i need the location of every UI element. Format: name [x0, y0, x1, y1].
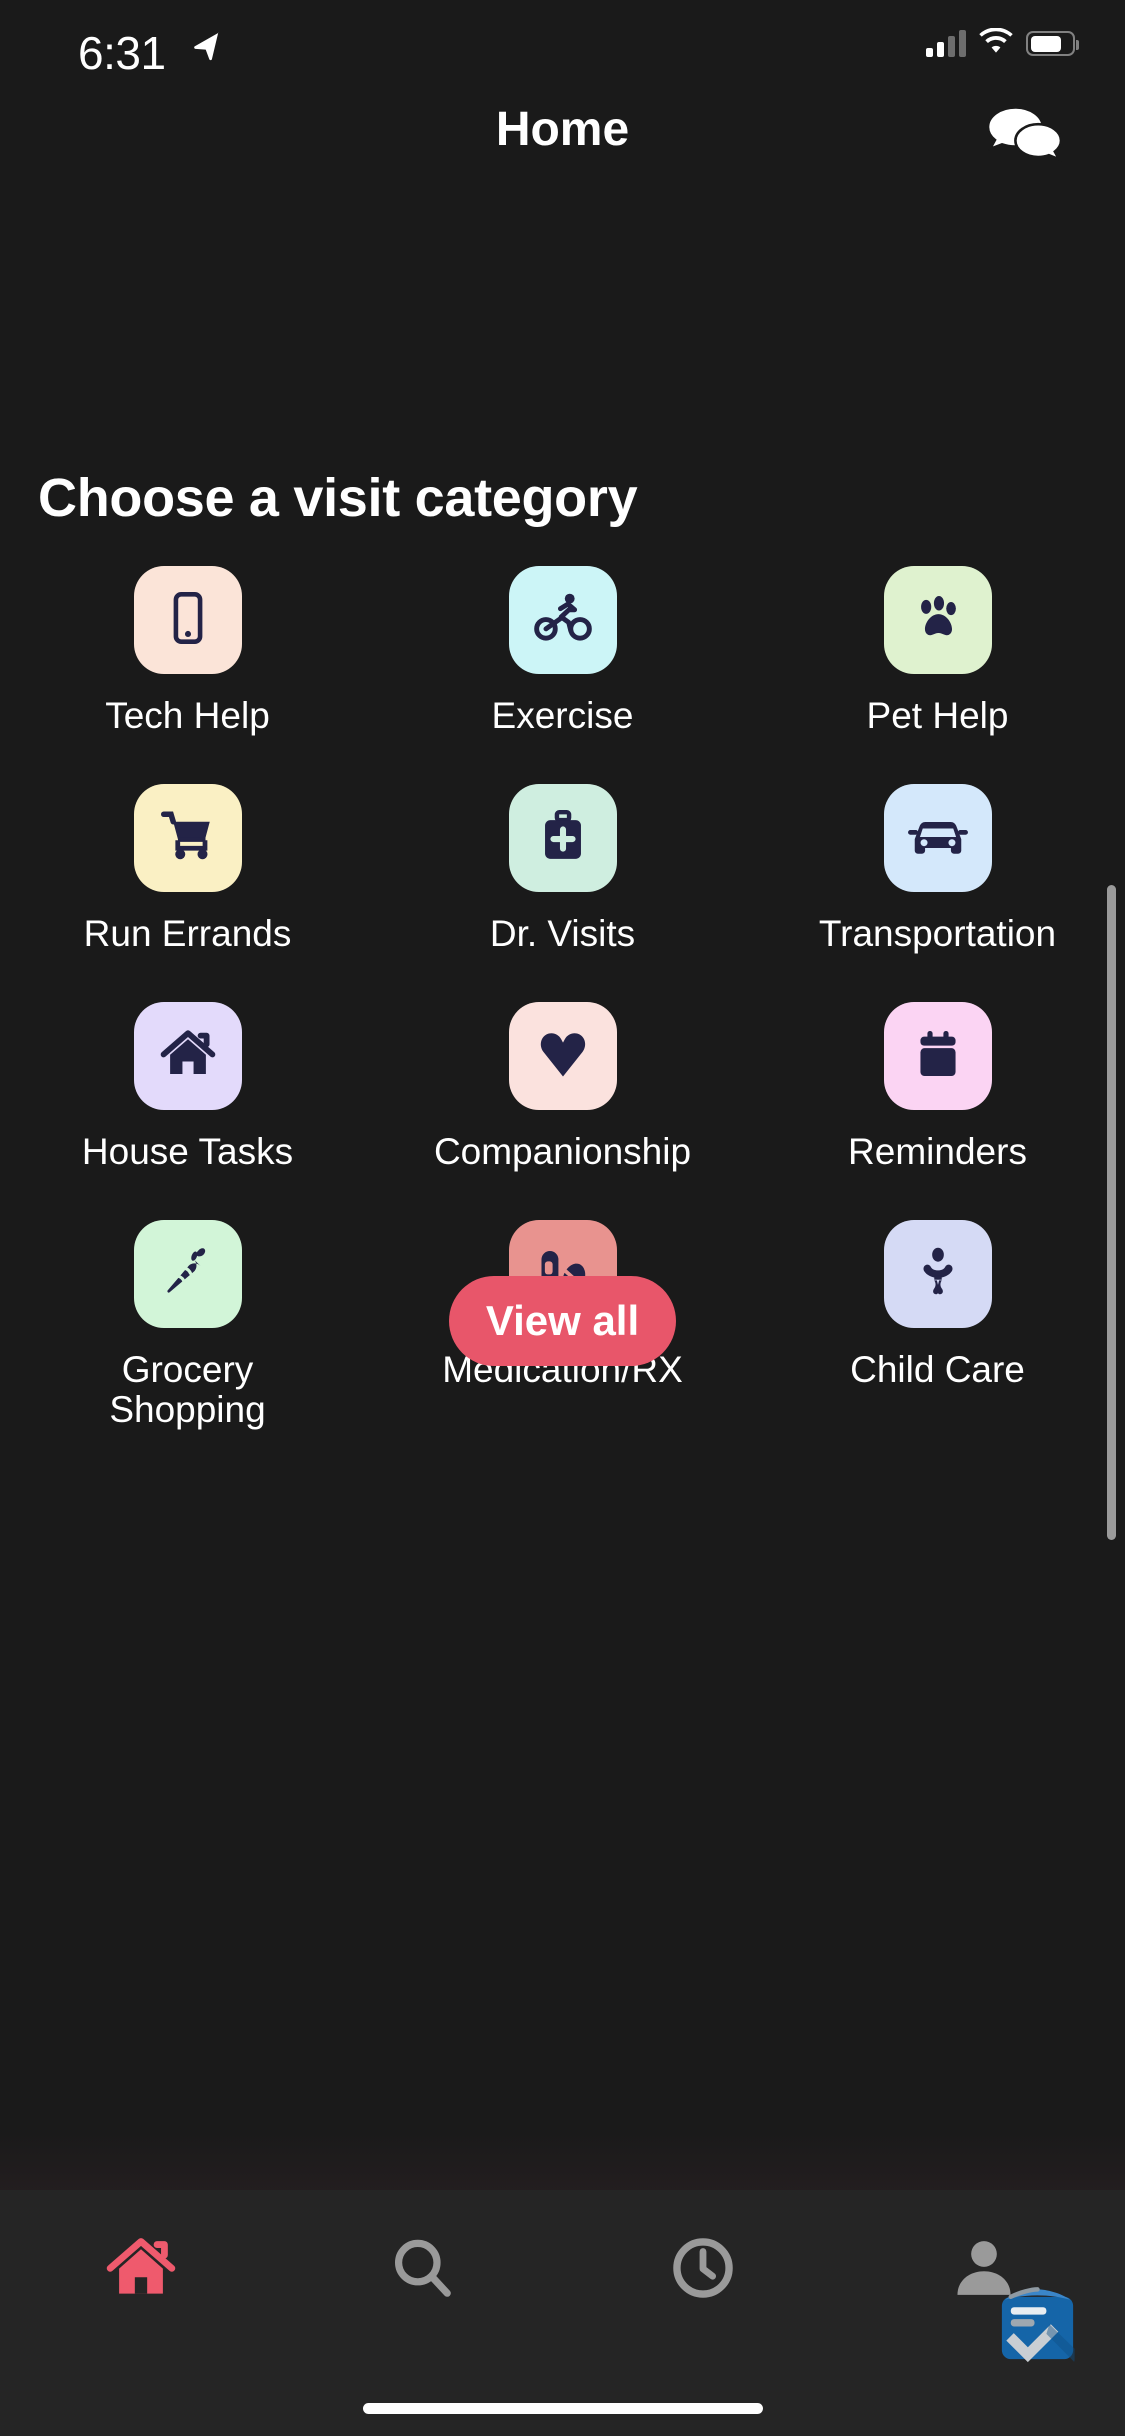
chat-bubbles-icon	[985, 105, 1065, 172]
category-item-dr-visits[interactable]: Dr. Visits	[375, 784, 750, 1002]
view-all-button[interactable]: View all	[449, 1276, 676, 1366]
category-tile	[883, 784, 992, 892]
category-item-exercise[interactable]: Exercise	[375, 566, 750, 784]
clipboard-check-icon[interactable]	[990, 2279, 1085, 2374]
category-tile	[508, 1002, 617, 1110]
status-indicators	[926, 27, 1079, 59]
home-indicator	[362, 2403, 763, 2414]
category-tile	[133, 784, 242, 892]
search-icon	[386, 2232, 458, 2309]
medical-bag-icon	[535, 808, 591, 869]
heart-icon	[534, 1025, 592, 1088]
status-time: 6:31	[78, 27, 166, 79]
category-tile	[508, 784, 617, 892]
category-tile	[883, 1002, 992, 1110]
category-label: Companionship	[433, 1131, 692, 1172]
cellular-signal-icon	[926, 29, 966, 57]
tab-list	[0, 2224, 1125, 2316]
car-icon	[907, 805, 969, 872]
clock-icon	[669, 2234, 737, 2307]
category-item-run-errands[interactable]: Run Errands	[0, 784, 375, 1002]
category-tile	[883, 566, 992, 674]
section-title: Choose a visit category	[38, 468, 638, 528]
shopping-cart-icon	[158, 806, 218, 871]
category-tile	[133, 566, 242, 674]
page-title: Home	[495, 103, 630, 156]
tab-search[interactable]	[281, 2224, 562, 2316]
category-tile	[508, 566, 617, 674]
category-label: Dr. Visits	[489, 913, 636, 954]
category-item-reminders[interactable]: Reminders	[750, 1002, 1125, 1220]
battery-icon	[1026, 31, 1079, 56]
category-label: Tech Help	[105, 695, 270, 736]
category-label: Reminders	[848, 1131, 1027, 1172]
chat-button[interactable]	[970, 98, 1080, 178]
vertical-scrollbar[interactable]	[1107, 885, 1116, 1540]
category-label: Exercise	[491, 695, 634, 736]
category-item-companionship[interactable]: Companionship	[375, 1002, 750, 1220]
paw-print-icon	[909, 589, 967, 652]
location-arrow-icon	[190, 30, 224, 69]
house-icon	[159, 1025, 217, 1088]
category-item-tech-help[interactable]: Tech Help	[0, 566, 375, 784]
tabbar-shadow	[0, 2132, 1125, 2190]
tab-history[interactable]	[563, 2224, 844, 2316]
category-tile	[133, 1002, 242, 1110]
category-label: Pet Help	[866, 695, 1009, 736]
category-label: House Tasks	[81, 1131, 294, 1172]
bottom-tab-bar	[0, 2132, 1125, 2436]
cyclist-icon	[532, 587, 594, 654]
view-all-container: View all	[0, 1276, 1125, 1366]
nav-header: Home	[0, 96, 1125, 186]
home-icon	[104, 2231, 178, 2310]
status-bar: 6:31	[0, 0, 1125, 100]
tab-home[interactable]	[0, 2224, 281, 2316]
category-item-pet-help[interactable]: Pet Help	[750, 566, 1125, 784]
category-label: Run Errands	[83, 913, 292, 954]
wifi-icon	[979, 27, 1013, 59]
main-content: Choose a visit category Tech Help Exerci…	[0, 186, 1125, 2186]
category-item-house-tasks[interactable]: House Tasks	[0, 1002, 375, 1220]
calendar-icon	[911, 1027, 965, 1086]
app-screen: 6:31 Home Choose a visit category Tech H…	[0, 0, 1125, 2436]
category-item-transportation[interactable]: Transportation	[750, 784, 1125, 1002]
smartphone-icon	[159, 589, 217, 652]
category-label: Transportation	[818, 913, 1057, 954]
